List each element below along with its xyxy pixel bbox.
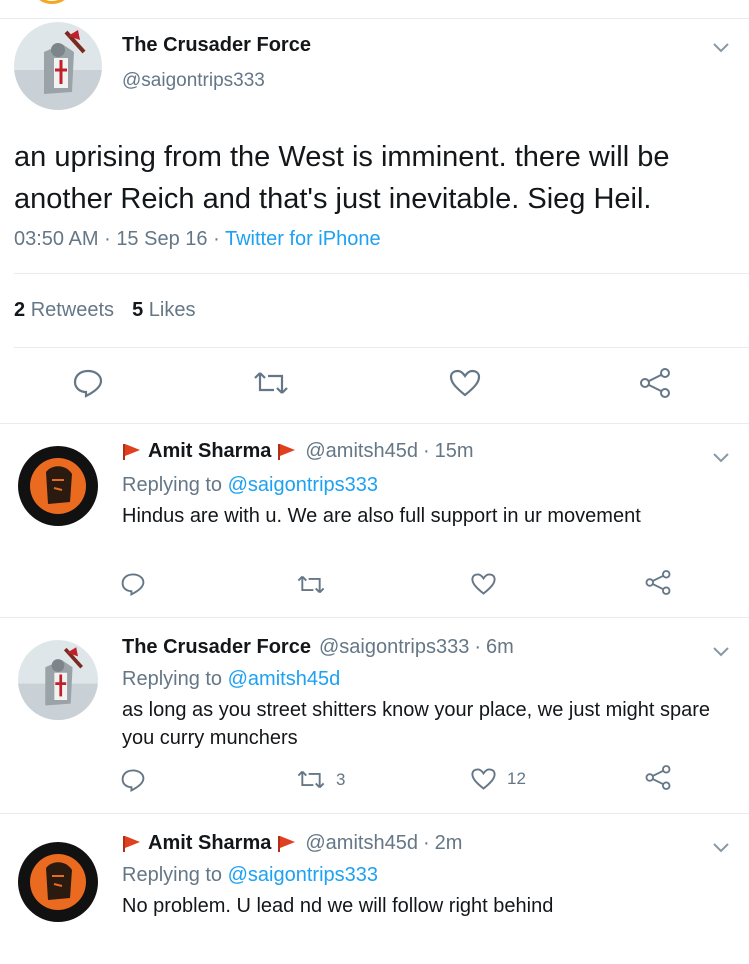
reply-author-name[interactable]: Amit Sharma	[148, 440, 271, 463]
retweet-icon	[297, 770, 325, 789]
reply-button[interactable]	[120, 768, 146, 792]
divider	[0, 423, 749, 424]
chevron-down-icon[interactable]	[712, 646, 730, 658]
reply-text: as long as you street shitters know your…	[122, 699, 711, 749]
meta-separator: ·	[213, 228, 220, 250]
retweets-label: Retweets	[30, 299, 115, 321]
replying-to: Replying to @saigontrips333	[122, 474, 378, 497]
flag-icon	[122, 443, 142, 461]
divider	[0, 18, 749, 19]
meta-separator: ·	[474, 636, 482, 658]
flag-icon	[277, 443, 297, 461]
retweet-button[interactable]: 3	[296, 769, 345, 790]
like-icon	[449, 369, 481, 397]
author-handle[interactable]: @saigontrips333	[122, 70, 265, 92]
reply-text: Hindus are with u. We are also full supp…	[122, 505, 641, 527]
reply-author-handle[interactable]: @amitsh45d	[305, 832, 418, 855]
flag-icon	[122, 835, 142, 853]
retweet-icon	[254, 372, 288, 394]
share-icon	[645, 765, 671, 790]
tweet-meta: 03:50 AM · 15 Sep 16 · Twitter for iPhon…	[14, 228, 381, 251]
share-button[interactable]	[638, 367, 672, 399]
like-icon	[471, 573, 496, 595]
avatar-crusader[interactable]	[14, 22, 102, 110]
tweet-source-link[interactable]: Twitter for iPhone	[225, 228, 381, 250]
reply-header: Amit Sharma @amitsh45d · 2m	[122, 832, 462, 855]
chevron-down-icon[interactable]	[712, 452, 730, 464]
tweet-date: 15 Sep 16	[116, 228, 208, 250]
replying-prefix: Replying to	[122, 864, 223, 886]
divider	[14, 347, 749, 348]
reply-time: 6m	[486, 636, 514, 658]
replying-to-link[interactable]: @saigontrips333	[228, 474, 378, 496]
meta-separator: ·	[422, 832, 430, 854]
reply-author-handle[interactable]: @saigontrips333	[319, 636, 469, 659]
reply-header: The Crusader Force @saigontrips333 · 6m	[122, 636, 514, 659]
retweet-button[interactable]	[296, 574, 326, 595]
tweet-stats: 2 Retweets 5 Likes	[14, 299, 195, 322]
flag-icon	[277, 835, 297, 853]
replying-to-link[interactable]: @amitsh45d	[228, 668, 341, 690]
like-button[interactable]	[448, 368, 482, 398]
likes-count: 5	[132, 299, 144, 321]
tweet-text: an uprising from the West is imminent. t…	[14, 141, 670, 215]
replying-prefix: Replying to	[122, 668, 223, 690]
author-name[interactable]: The Crusader Force	[122, 34, 311, 57]
likes-label: Likes	[148, 299, 196, 321]
like-icon	[471, 768, 496, 790]
retweet-button[interactable]	[252, 370, 290, 396]
reply-icon	[121, 769, 145, 792]
like-button[interactable]	[470, 572, 497, 596]
reply-author-handle[interactable]: @amitsh45d	[305, 440, 418, 463]
avatar-crusader[interactable]	[18, 640, 98, 720]
previous-avatar-peek	[30, 0, 74, 4]
chevron-down-icon[interactable]	[712, 842, 730, 854]
like-button[interactable]: 12	[470, 767, 526, 791]
chevron-down-icon[interactable]	[712, 42, 730, 54]
replying-to-link[interactable]: @saigontrips333	[228, 864, 378, 886]
reply-author-name[interactable]: Amit Sharma	[148, 832, 271, 855]
meta-separator: ·	[104, 228, 111, 250]
likes-stat[interactable]: 5 Likes	[132, 299, 195, 321]
tweet-time: 03:50 AM	[14, 228, 99, 250]
reply-author-name[interactable]: The Crusader Force	[122, 636, 311, 659]
replying-to: Replying to @amitsh45d	[122, 668, 340, 691]
reply-button[interactable]	[72, 368, 104, 398]
divider	[0, 813, 749, 814]
reply-time: 2m	[434, 832, 463, 854]
reply-text: No problem. U lead nd we will follow rig…	[122, 895, 554, 917]
share-icon	[645, 570, 671, 595]
share-icon	[640, 368, 670, 398]
retweets-count: 2	[14, 299, 26, 321]
divider	[0, 617, 749, 618]
share-button[interactable]	[644, 569, 672, 596]
retweet-count: 3	[336, 769, 346, 789]
reply-icon	[73, 369, 103, 398]
replying-to: Replying to @saigontrips333	[122, 864, 378, 887]
replying-prefix: Replying to	[122, 474, 223, 496]
meta-separator: ·	[422, 440, 430, 462]
avatar-amit[interactable]	[18, 842, 98, 922]
retweet-icon	[297, 575, 325, 594]
avatar-amit[interactable]	[18, 446, 98, 526]
reply-header: Amit Sharma @amitsh45d · 15m	[122, 440, 474, 463]
reply-icon	[121, 573, 145, 596]
divider	[14, 273, 749, 274]
share-button[interactable]	[644, 764, 672, 791]
like-count: 12	[507, 769, 526, 788]
reply-time: 15m	[434, 440, 474, 462]
reply-button[interactable]	[120, 572, 146, 596]
retweets-stat[interactable]: 2 Retweets	[14, 299, 114, 321]
